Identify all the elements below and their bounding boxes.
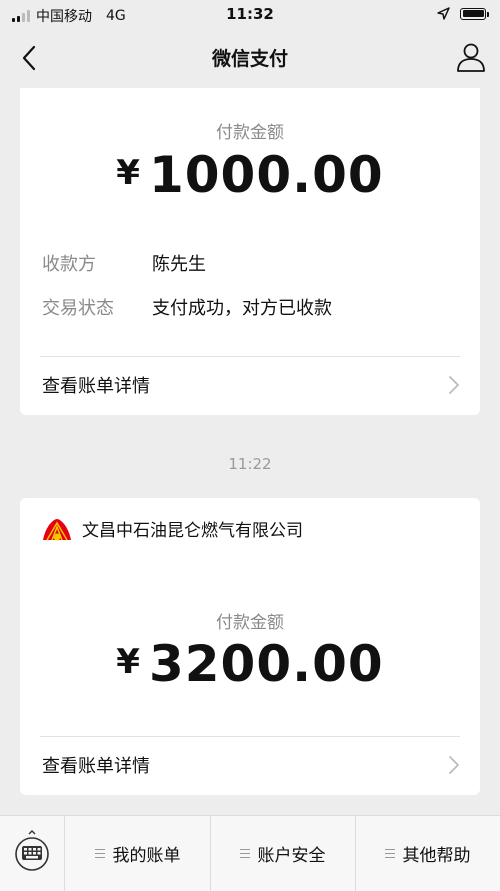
amount-value: 3200.00 bbox=[148, 635, 384, 693]
view-bill-details-link[interactable]: 查看账单详情 bbox=[20, 357, 480, 413]
currency-symbol: ¥ bbox=[116, 642, 141, 682]
amount-label: 付款金额 bbox=[216, 123, 284, 143]
page-title: 微信支付 bbox=[211, 48, 288, 70]
currency-symbol: ¥ bbox=[116, 153, 141, 193]
menu-other-help[interactable]: 其他帮助 bbox=[355, 816, 500, 891]
keyboard-icon bbox=[15, 830, 49, 871]
merchant-name: 文昌中石油昆仑燃气有限公司 bbox=[82, 521, 303, 541]
battery-icon bbox=[460, 7, 489, 20]
message-timestamp: 11:22 bbox=[228, 455, 272, 473]
payment-card-2: 文昌中石油昆仑燃气有限公司 付款金额 ¥3200.00 查看账单详情 bbox=[20, 498, 480, 795]
view-bill-details-label: 查看账单详情 bbox=[42, 756, 150, 777]
status-row: 交易状态 支付成功，对方已收款 bbox=[42, 294, 332, 320]
merchant-header: 文昌中石油昆仑燃气有限公司 bbox=[42, 516, 303, 541]
menu-label: 其他帮助 bbox=[402, 846, 471, 866]
nav-bar: 微信支付 bbox=[0, 30, 500, 86]
menu-label: 我的账单 bbox=[112, 846, 181, 866]
menu-my-bills[interactable]: 我的账单 bbox=[65, 816, 211, 891]
menu-list-icon bbox=[384, 846, 395, 861]
view-bill-details-label: 查看账单详情 bbox=[42, 376, 150, 397]
chevron-right-icon bbox=[449, 376, 459, 394]
status-label: 交易状态 bbox=[42, 298, 114, 319]
payee-value: 陈先生 bbox=[152, 254, 206, 275]
status-bar: 中国移动 4G 11:32 bbox=[0, 0, 500, 30]
status-time: 11:32 bbox=[226, 5, 274, 23]
location-arrow-icon bbox=[437, 7, 450, 20]
keyboard-toggle-button[interactable] bbox=[0, 816, 65, 891]
payment-amount: ¥1000.00 bbox=[20, 146, 480, 204]
menu-account-security[interactable]: 账户安全 bbox=[210, 816, 356, 891]
payment-card-1: 付款金额 ¥1000.00 收款方 陈先生 交易状态 支付成功，对方已收款 查看账单… bbox=[20, 88, 480, 415]
amount-label: 付款金额 bbox=[216, 613, 284, 633]
bottom-menu-bar: 我的账单 账户安全 其他帮助 bbox=[0, 815, 500, 891]
view-bill-details-link[interactable]: 查看账单详情 bbox=[20, 737, 480, 793]
amount-value: 1000.00 bbox=[148, 146, 384, 204]
payment-amount: ¥3200.00 bbox=[20, 635, 480, 693]
menu-label: 账户安全 bbox=[257, 846, 326, 866]
petrochina-logo-icon bbox=[43, 518, 71, 540]
person-icon[interactable] bbox=[454, 40, 488, 74]
menu-list-icon bbox=[94, 846, 105, 861]
menu-list-icon bbox=[239, 846, 250, 861]
payee-label: 收款方 bbox=[42, 254, 96, 275]
chevron-right-icon bbox=[449, 756, 459, 774]
status-right bbox=[437, 7, 489, 20]
payee-row: 收款方 陈先生 bbox=[42, 250, 206, 276]
status-value: 支付成功，对方已收款 bbox=[152, 298, 332, 319]
